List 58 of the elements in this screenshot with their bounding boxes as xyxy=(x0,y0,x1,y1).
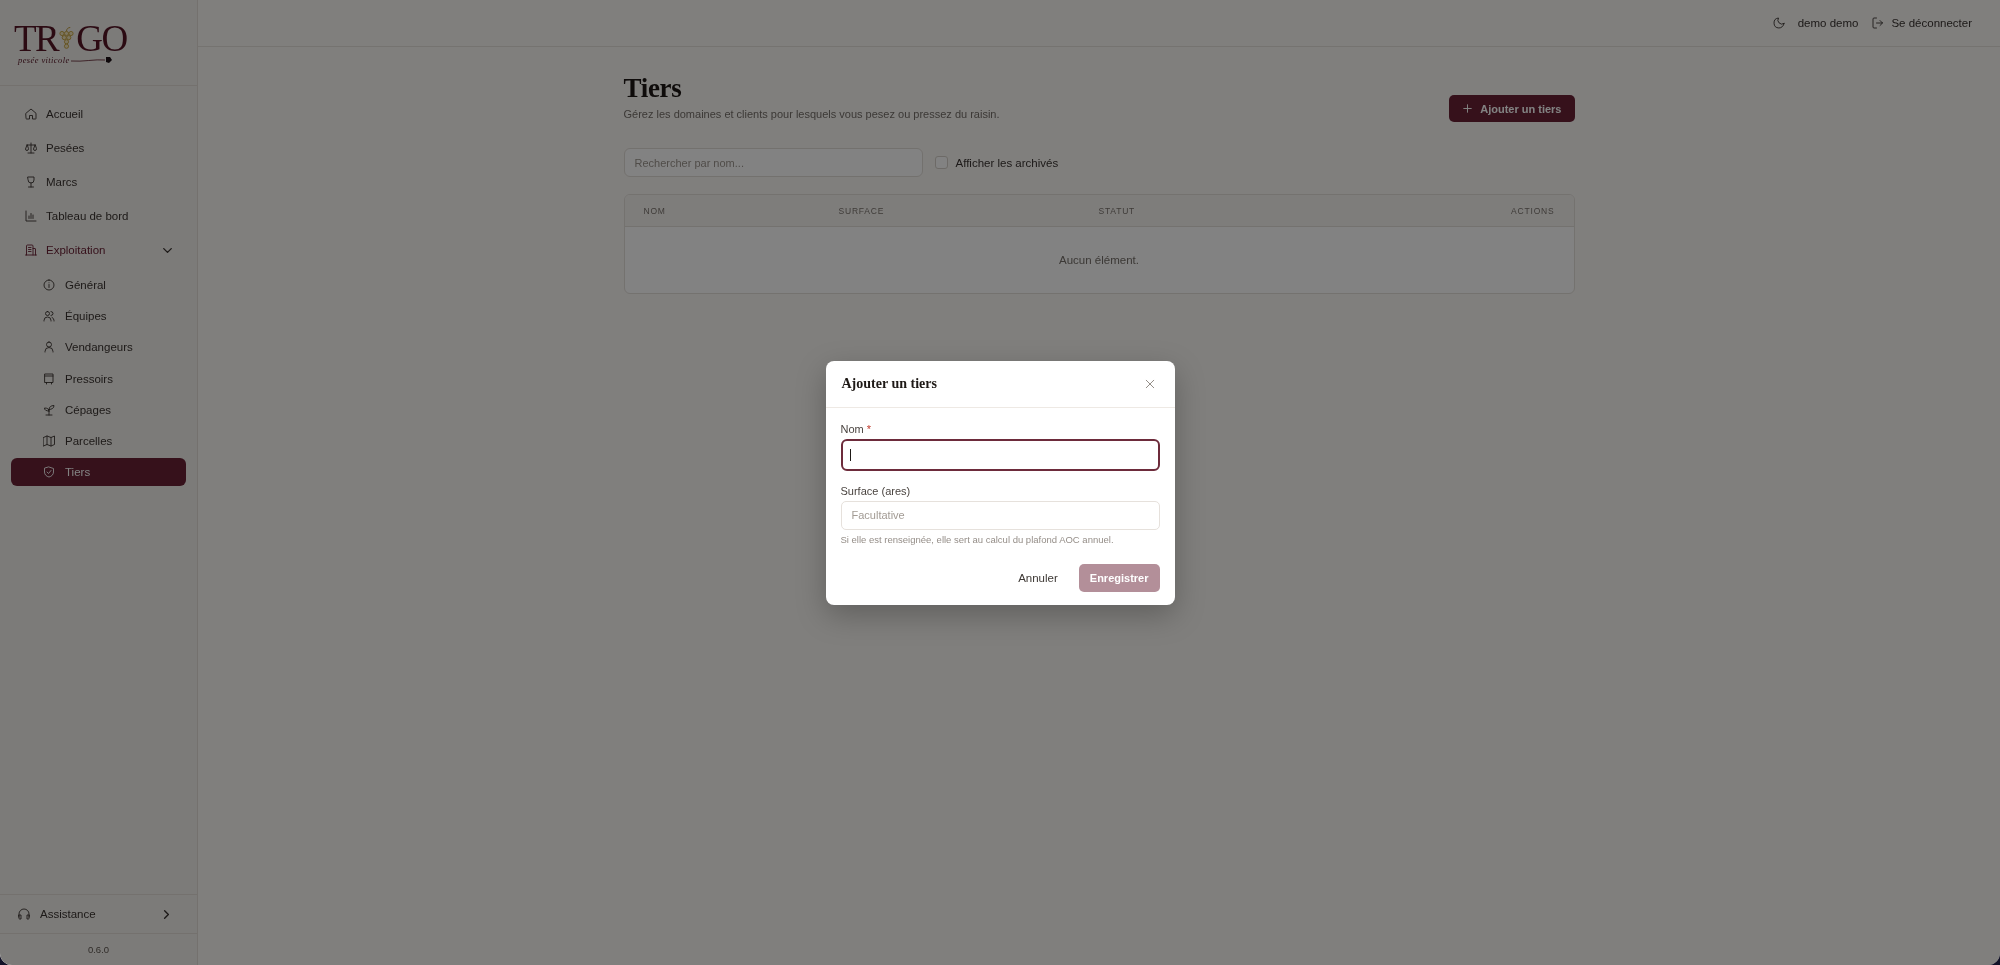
scale-icon xyxy=(25,142,37,154)
search-field[interactable]: Rechercher par nom... xyxy=(623,148,923,177)
theme-toggle-button[interactable] xyxy=(1772,17,1785,29)
vine-swoosh-icon xyxy=(70,56,113,64)
logo-wordmark: GO xyxy=(76,24,127,54)
headphones-icon xyxy=(18,908,30,920)
field-hint: Si elle est renseignée, elle sert au calcul du plafond AOC annuel. xyxy=(840,533,1114,546)
moon-icon xyxy=(1772,17,1785,29)
home-icon xyxy=(25,108,37,120)
press-icon xyxy=(43,372,55,385)
checkbox-label[interactable]: Afficher les archivés xyxy=(955,156,1059,169)
sidebar-item[interactable]: Exploitation xyxy=(11,236,186,264)
column-header: ACTIONS xyxy=(1511,205,1555,216)
user-name: demo demo xyxy=(1797,17,1859,29)
field-label: Nom * xyxy=(840,421,872,436)
wine-glass-icon xyxy=(25,176,37,188)
column-header: SURFACE xyxy=(838,205,885,216)
page-title: Tiers xyxy=(623,72,683,104)
chevron-right-icon xyxy=(162,909,171,919)
logout-button[interactable]: Se déconnecter xyxy=(1872,17,1972,29)
sidebar-item[interactable]: Cépages xyxy=(11,395,186,424)
cancel-button[interactable]: Annuler xyxy=(1007,563,1069,592)
sidebar-item[interactable]: Équipes xyxy=(11,302,186,331)
logout-icon xyxy=(1872,17,1885,29)
sidebar-item[interactable]: Tableau de bord xyxy=(11,202,186,230)
users-icon xyxy=(43,310,55,323)
map-icon xyxy=(43,434,55,447)
shield-check-icon xyxy=(43,466,55,479)
checkbox[interactable] xyxy=(934,156,948,169)
sidebar-item[interactable]: Pressoirs xyxy=(11,364,186,393)
close-button[interactable] xyxy=(1144,378,1155,389)
column-header: NOM xyxy=(643,205,666,216)
modal-title: Ajouter un tiers xyxy=(841,375,937,392)
logo-wordmark: TR xyxy=(14,24,59,54)
input-field[interactable] xyxy=(840,438,1160,471)
info-icon xyxy=(43,279,55,291)
sidebar-item[interactable]: Assistance xyxy=(0,895,197,934)
add-button[interactable]: Ajouter un tiers xyxy=(1449,95,1575,122)
sidebar-item[interactable]: Tiers xyxy=(11,458,186,487)
empty-message: Aucun élément. xyxy=(1059,254,1139,266)
sidebar-item[interactable]: Général xyxy=(11,271,186,299)
logo-tagline: pesée viticole xyxy=(18,55,70,65)
column-header: STATUT xyxy=(1098,205,1136,216)
plus-icon xyxy=(1463,104,1473,113)
sidebar-item[interactable]: Marcs xyxy=(11,168,186,196)
page-subtitle: Gérez les domaines et clients pour lesquels vous pesez ou pressez du raisin. xyxy=(623,107,1000,122)
user-icon xyxy=(43,341,55,354)
bar-chart-icon xyxy=(25,210,37,222)
sidebar-item[interactable]: Accueil xyxy=(11,100,186,128)
sidebar-item[interactable]: Parcelles xyxy=(11,426,186,455)
text-cursor-icon xyxy=(849,448,851,461)
field-label: Surface (ares) xyxy=(840,483,911,498)
sprout-icon xyxy=(43,403,55,416)
sidebar-item[interactable]: Pesées xyxy=(11,134,186,162)
version-label: 0.6.0 xyxy=(87,944,110,955)
close-icon xyxy=(1144,378,1155,389)
sidebar-item[interactable]: Vendangeurs xyxy=(11,333,186,362)
building-icon xyxy=(25,244,37,256)
